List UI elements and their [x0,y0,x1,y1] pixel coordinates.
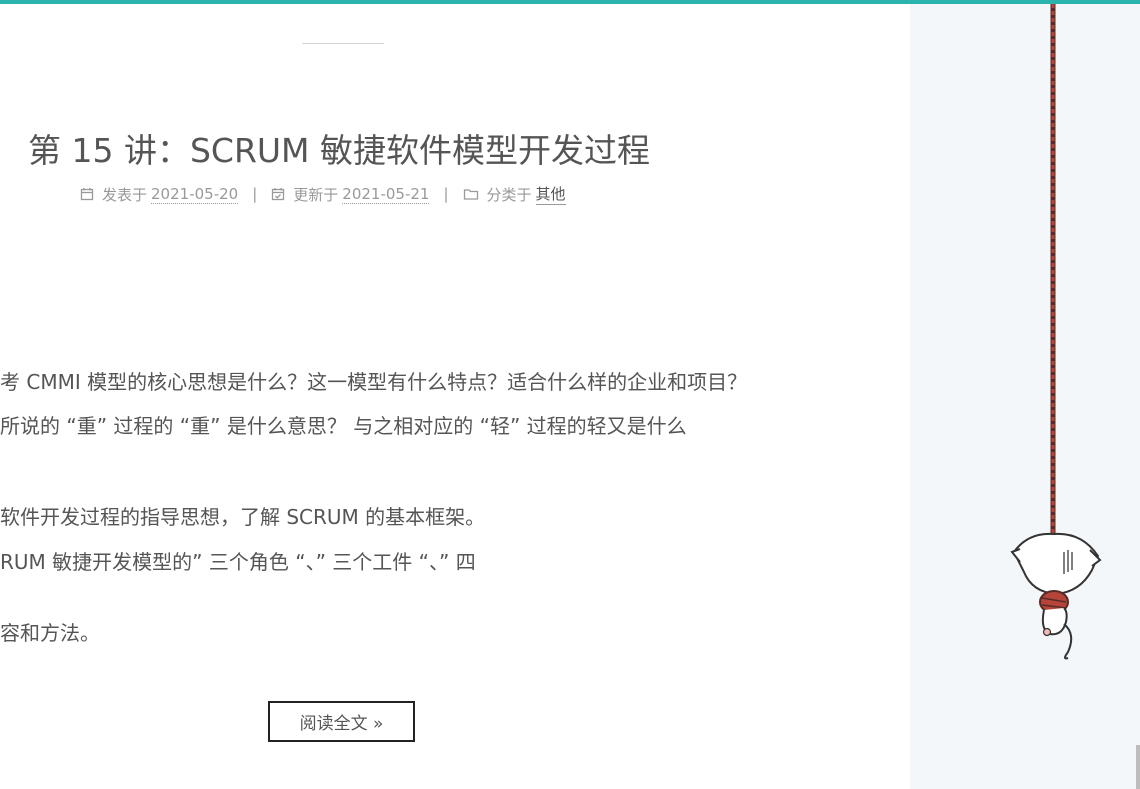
read-more-button[interactable]: 阅读全文 » [268,701,415,742]
post-title[interactable]: 第 15 讲：SCRUM 敏捷软件模型开发过程 [28,124,650,172]
updated-date: 2021-05-21 [342,184,430,204]
meta-separator: | [252,185,258,203]
posted-date: 2021-05-20 [151,184,239,204]
excerpt-line: RUM 敏捷开发模型的” 三个角色 “、” 三个工件 “、” 四 [0,550,476,574]
meta-separator: | [443,185,449,203]
category-link[interactable]: 其他 [535,183,566,205]
hanging-cat-icon[interactable] [1010,4,1105,664]
excerpt-line: 考 CMMI 模型的核心思想是什么？这一模型有什么特点？适合什么样的企业和项目？ [0,370,748,394]
excerpt-line: 容和方法。 [0,621,100,645]
main-content [0,4,910,789]
excerpt-line: 所说的 “重” 过程的 “重” 是什么意思？ 与之相对应的 “轻” 过程的轻又是… [0,414,687,438]
post-divider [302,43,384,44]
updated-label: 更新于 [293,185,339,204]
calendar-check-icon [272,188,285,201]
folder-icon [463,189,478,200]
excerpt-line: 软件开发过程的指导思想，了解 SCRUM 的基本框架。 [0,505,486,529]
category-label: 分类于 [486,185,532,204]
post-meta: 发表于 2021-05-20 | 更新于 2021-05-21 | 分类于 其他 [80,183,566,205]
posted-label: 发表于 [102,185,148,204]
scrollbar-thumb[interactable] [1136,745,1140,789]
calendar-icon [80,188,94,201]
